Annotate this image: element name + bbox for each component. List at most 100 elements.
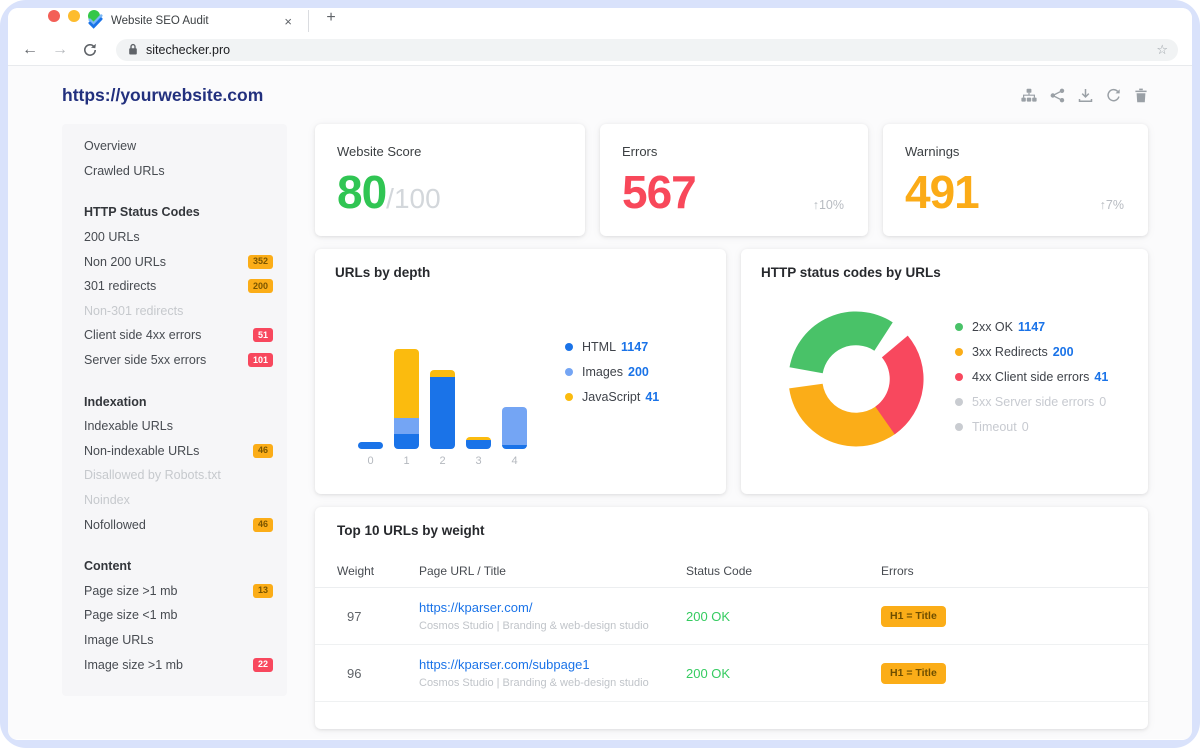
page-url-link[interactable]: https://kparser.com/subpage1 <box>419 657 686 672</box>
errors-card: Errors 567 ↑10% <box>600 124 868 236</box>
count-badge: 46 <box>253 444 273 458</box>
col-page-url: Page URL / Title <box>419 564 686 578</box>
sidebar-item-disallowed-robots: Disallowed by Robots.txt <box>62 463 287 488</box>
bar-depth-2[interactable] <box>430 370 455 449</box>
sidebar-item-non-301-redirects: Non-301 redirects <box>62 299 287 324</box>
url-text[interactable]: sitechecker.pro <box>146 43 1148 57</box>
device-frame: Website SEO Audit × + ← → sitechecker.pr… <box>0 0 1200 748</box>
count-badge: 352 <box>248 255 273 269</box>
warnings-card: Warnings 491 ↑7% <box>883 124 1148 236</box>
table-row: 97 https://kparser.com/ Cosmos Studio | … <box>315 588 1148 645</box>
count-badge: 101 <box>248 353 273 367</box>
sidebar-item-4xx-errors[interactable]: Client side 4xx errors51 <box>62 323 287 348</box>
sidebar-item-200-urls[interactable]: 200 URLs <box>62 225 287 250</box>
count-badge: 200 <box>248 279 273 293</box>
legend-item-3xx[interactable]: 3xx Redirects200 <box>955 344 1108 360</box>
sidebar-section-content: Content <box>62 554 287 579</box>
donut-chart <box>781 304 931 454</box>
warnings-trend: ↑7% <box>1100 198 1124 212</box>
5xx-dot-icon <box>955 398 963 406</box>
status-code-value: 200 OK <box>686 609 881 624</box>
stat-label: Errors <box>622 144 846 159</box>
share-icon[interactable] <box>1050 88 1065 103</box>
col-errors: Errors <box>881 564 1148 578</box>
donut-segment-2xx[interactable] <box>790 311 893 373</box>
count-badge: 13 <box>253 584 273 598</box>
browser-tab[interactable]: Website SEO Audit × <box>80 8 302 34</box>
col-status-code: Status Code <box>686 564 881 578</box>
forward-button[interactable]: → <box>52 42 68 58</box>
page-title: Cosmos Studio | Branding & web-design st… <box>419 677 686 689</box>
legend-item-images[interactable]: Images200 <box>565 364 659 380</box>
table-header-row: Weight Page URL / Title Status Code Erro… <box>315 554 1148 588</box>
sidebar-item-nofollowed[interactable]: Nofollowed46 <box>62 512 287 537</box>
bar-depth-1[interactable] <box>394 349 419 449</box>
col-weight: Weight <box>337 564 419 578</box>
close-tab-icon[interactable]: × <box>284 14 292 29</box>
warnings-value: 491 <box>905 169 1126 215</box>
status-code-value: 200 OK <box>686 666 881 681</box>
address-bar[interactable]: sitechecker.pro ☆ <box>116 39 1178 61</box>
legend-item-4xx[interactable]: 4xx Client side errors41 <box>955 369 1108 385</box>
sidebar-item-non-indexable-urls[interactable]: Non-indexable URLs46 <box>62 439 287 464</box>
browser-toolbar: ← → sitechecker.pro ☆ <box>8 34 1192 66</box>
javascript-dot-icon <box>565 393 573 401</box>
sidebar-item-301-redirects[interactable]: 301 redirects200 <box>62 274 287 299</box>
back-button[interactable]: ← <box>22 42 38 58</box>
weight-value: 97 <box>337 609 419 624</box>
sidebar-item-page-size-lt-1mb[interactable]: Page size <1 mb <box>62 603 287 628</box>
sitechecker-favicon-icon <box>88 14 103 29</box>
download-icon[interactable] <box>1078 88 1093 103</box>
4xx-dot-icon <box>955 373 963 381</box>
tab-title: Website SEO Audit <box>111 15 284 27</box>
sidebar-item-5xx-errors[interactable]: Server side 5xx errors101 <box>62 348 287 373</box>
reload-button[interactable] <box>82 42 98 58</box>
new-tab-button[interactable]: + <box>320 9 342 27</box>
website-score-card: Website Score 80/100 <box>315 124 585 236</box>
close-window-icon[interactable] <box>48 10 60 22</box>
table-title: Top 10 URLs by weight <box>315 523 1148 538</box>
urls-by-depth-card: URLs by depth <box>315 249 726 494</box>
sidebar-item-image-urls[interactable]: Image URLs <box>62 628 287 653</box>
top-urls-table-card: Top 10 URLs by weight Weight Page URL / … <box>315 507 1148 729</box>
sidebar-item-non-200-urls[interactable]: Non 200 URLs352 <box>62 249 287 274</box>
3xx-dot-icon <box>955 348 963 356</box>
error-badge[interactable]: H1 = Title <box>881 606 946 627</box>
browser-window: Website SEO Audit × + ← → sitechecker.pr… <box>8 8 1192 740</box>
delete-icon[interactable] <box>1134 88 1148 103</box>
weight-value: 96 <box>337 666 419 681</box>
bar-depth-4[interactable] <box>502 407 527 449</box>
sidebar-item-image-size-gt-1mb[interactable]: Image size >1 mb22 <box>62 652 287 677</box>
bookmark-star-icon[interactable]: ☆ <box>1156 42 1168 58</box>
sidebar-item-crawled-urls[interactable]: Crawled URLs <box>62 159 287 184</box>
refresh-icon[interactable] <box>1106 88 1121 103</box>
minimize-window-icon[interactable] <box>68 10 80 22</box>
count-badge: 22 <box>253 658 273 672</box>
timeout-dot-icon <box>955 423 963 431</box>
bar-chart-legend: HTML1147 Images200 JavaScript41 <box>565 339 659 414</box>
sitemap-icon[interactable] <box>1021 88 1037 103</box>
page-url-link[interactable]: https://kparser.com/ <box>419 600 686 615</box>
report-sidebar: Overview Crawled URLs HTTP Status Codes … <box>62 124 287 696</box>
x-axis-labels: 0 1 2 3 4 <box>358 455 527 467</box>
page-content: https://yourwebsite.com <box>8 66 1192 739</box>
report-actions <box>1021 88 1148 103</box>
sidebar-item-overview[interactable]: Overview <box>62 134 287 159</box>
sidebar-item-page-size-gt-1mb[interactable]: Page size >1 mb13 <box>62 579 287 604</box>
score-denominator: /100 <box>386 183 441 214</box>
chart-title: HTTP status codes by URLs <box>761 265 1128 280</box>
tab-strip: Website SEO Audit × + <box>8 8 1192 34</box>
website-score-value: 80/100 <box>337 169 563 215</box>
legend-item-timeout[interactable]: Timeout0 <box>955 419 1108 435</box>
lock-icon <box>128 43 138 56</box>
bar-depth-3[interactable] <box>466 437 491 449</box>
error-badge[interactable]: H1 = Title <box>881 663 946 684</box>
legend-item-javascript[interactable]: JavaScript41 <box>565 389 659 405</box>
legend-item-2xx[interactable]: 2xx OK1147 <box>955 319 1108 335</box>
donut-chart-legend: 2xx OK1147 3xx Redirects200 4xx Client s… <box>955 319 1108 444</box>
bar-depth-0[interactable] <box>358 442 383 449</box>
legend-item-html[interactable]: HTML1147 <box>565 339 659 355</box>
legend-item-5xx[interactable]: 5xx Server side errors0 <box>955 394 1108 410</box>
sidebar-item-indexable-urls[interactable]: Indexable URLs <box>62 414 287 439</box>
audited-site-url: https://yourwebsite.com <box>62 85 263 106</box>
